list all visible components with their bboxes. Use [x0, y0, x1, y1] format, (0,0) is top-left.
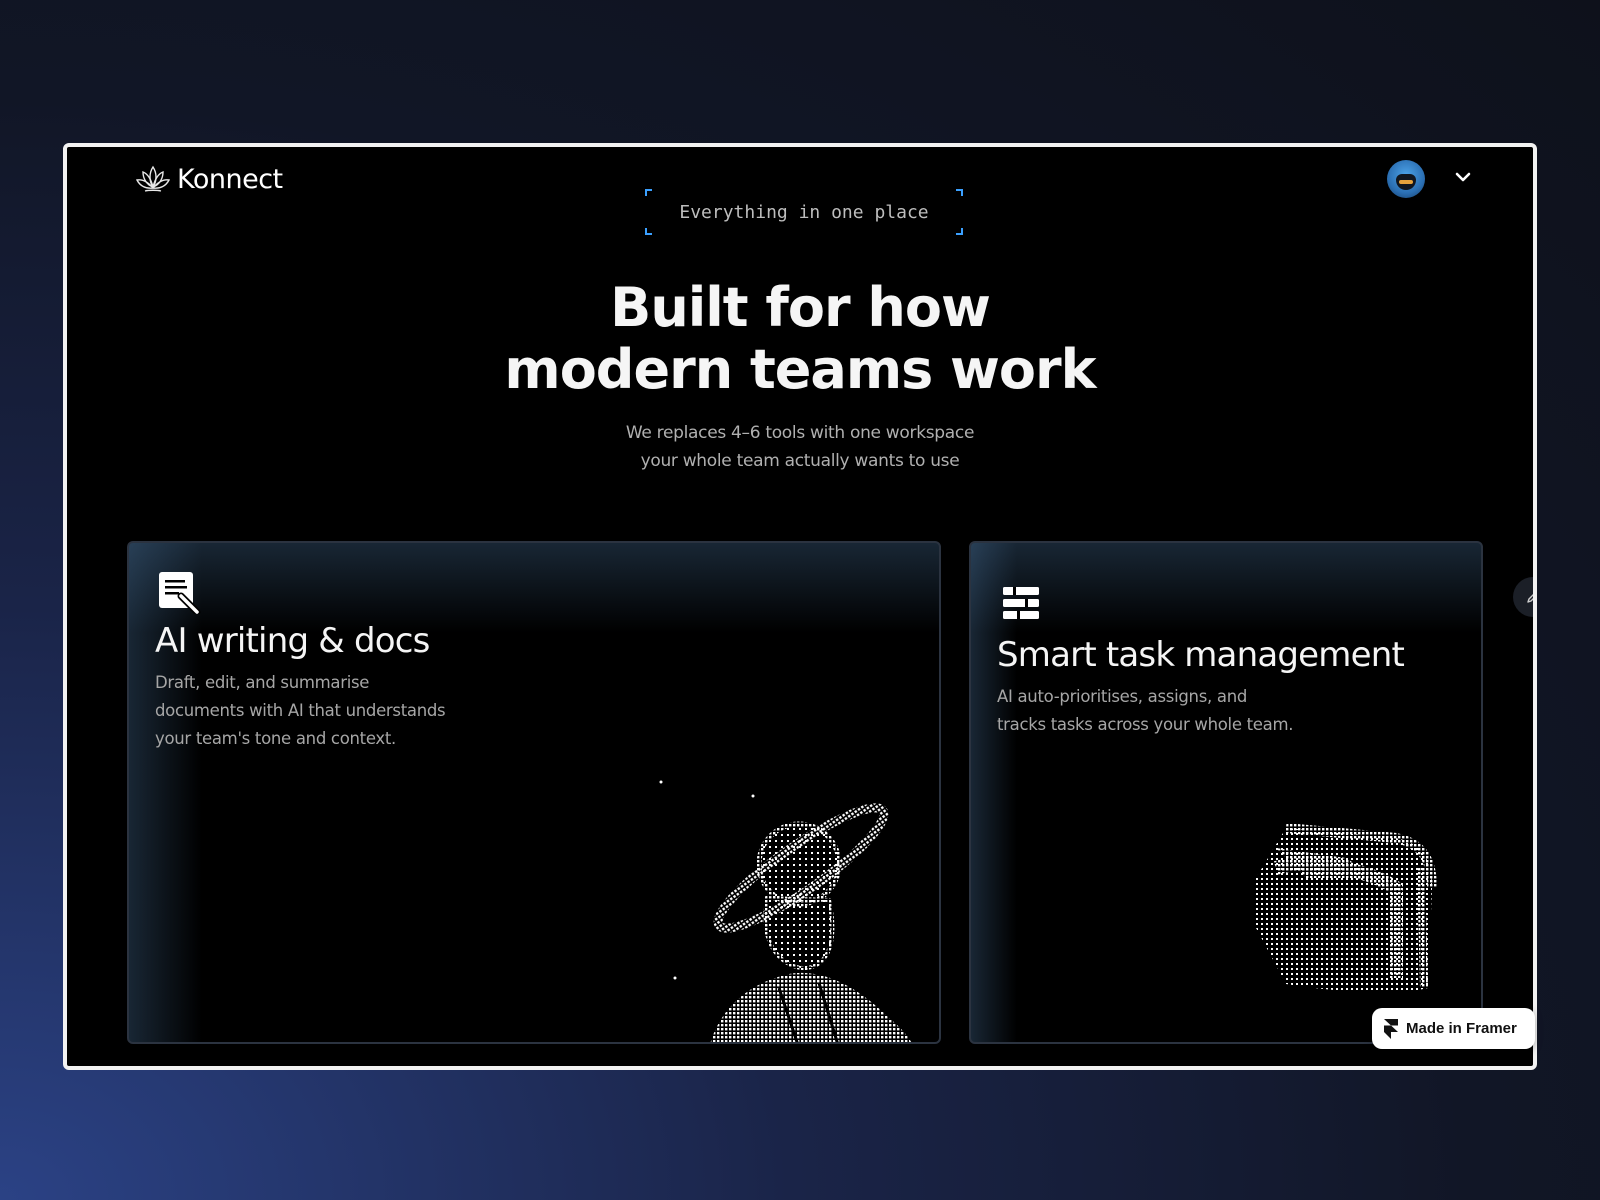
box-dither-illustration	[1256, 823, 1437, 993]
eyebrow-text: Everything in one place	[679, 201, 929, 223]
corner-bracket	[645, 189, 652, 196]
made-in-framer-badge[interactable]: Made in Framer	[1372, 1008, 1535, 1049]
subhead-line: your whole team actually wants to use	[640, 451, 960, 471]
user-avatar[interactable]	[1387, 160, 1425, 198]
corner-bracket	[645, 228, 652, 235]
feature-card-ai-writing[interactable]: AI writing & docs Draft, edit, and summa…	[127, 541, 941, 1044]
badge-label: Made in Framer	[1406, 1020, 1517, 1037]
description-line: your team's tone and context.	[155, 729, 396, 748]
app-frame: Konnect Everything in one place Built fo…	[63, 143, 1537, 1070]
lotus-icon	[135, 165, 171, 192]
feature-description: Draft, edit, and summarise documents wit…	[155, 669, 446, 753]
document-pen-icon	[159, 572, 201, 614]
headline-line: Built for how	[610, 276, 991, 339]
task-list-icon	[1003, 587, 1039, 619]
hero-headline: Built for how modern teams work	[67, 277, 1533, 401]
account-menu-toggle[interactable]	[1451, 165, 1475, 189]
hero-subhead: We replaces 4–6 tools with one workspace…	[67, 419, 1533, 475]
feature-card-task-management[interactable]: Smart task management AI auto-prioritise…	[969, 541, 1483, 1044]
framer-icon	[1384, 1018, 1398, 1039]
description-line: Draft, edit, and summarise	[155, 673, 370, 692]
feature-title: AI writing & docs	[155, 621, 430, 661]
brand-name: Konnect	[177, 163, 283, 195]
description-line: documents with AI that understands	[155, 701, 446, 720]
pencil-icon	[1527, 594, 1533, 603]
description-line: tracks tasks across your whole team.	[997, 715, 1294, 734]
astronaut-dither-illustration	[659, 780, 912, 1042]
subhead-line: We replaces 4–6 tools with one workspace	[625, 423, 975, 443]
corner-bracket	[956, 228, 963, 235]
edit-handle[interactable]	[1513, 577, 1533, 617]
corner-bracket	[956, 189, 963, 196]
eyebrow-tag: Everything in one place	[645, 189, 963, 235]
feature-title: Smart task management	[997, 635, 1405, 675]
chevron-down-icon	[1455, 172, 1471, 182]
brand-logo[interactable]: Konnect	[135, 161, 283, 197]
headline-line: modern teams work	[504, 338, 1096, 401]
feature-description: AI auto-prioritises, assigns, and tracks…	[997, 683, 1293, 739]
description-line: AI auto-prioritises, assigns, and	[997, 687, 1248, 706]
